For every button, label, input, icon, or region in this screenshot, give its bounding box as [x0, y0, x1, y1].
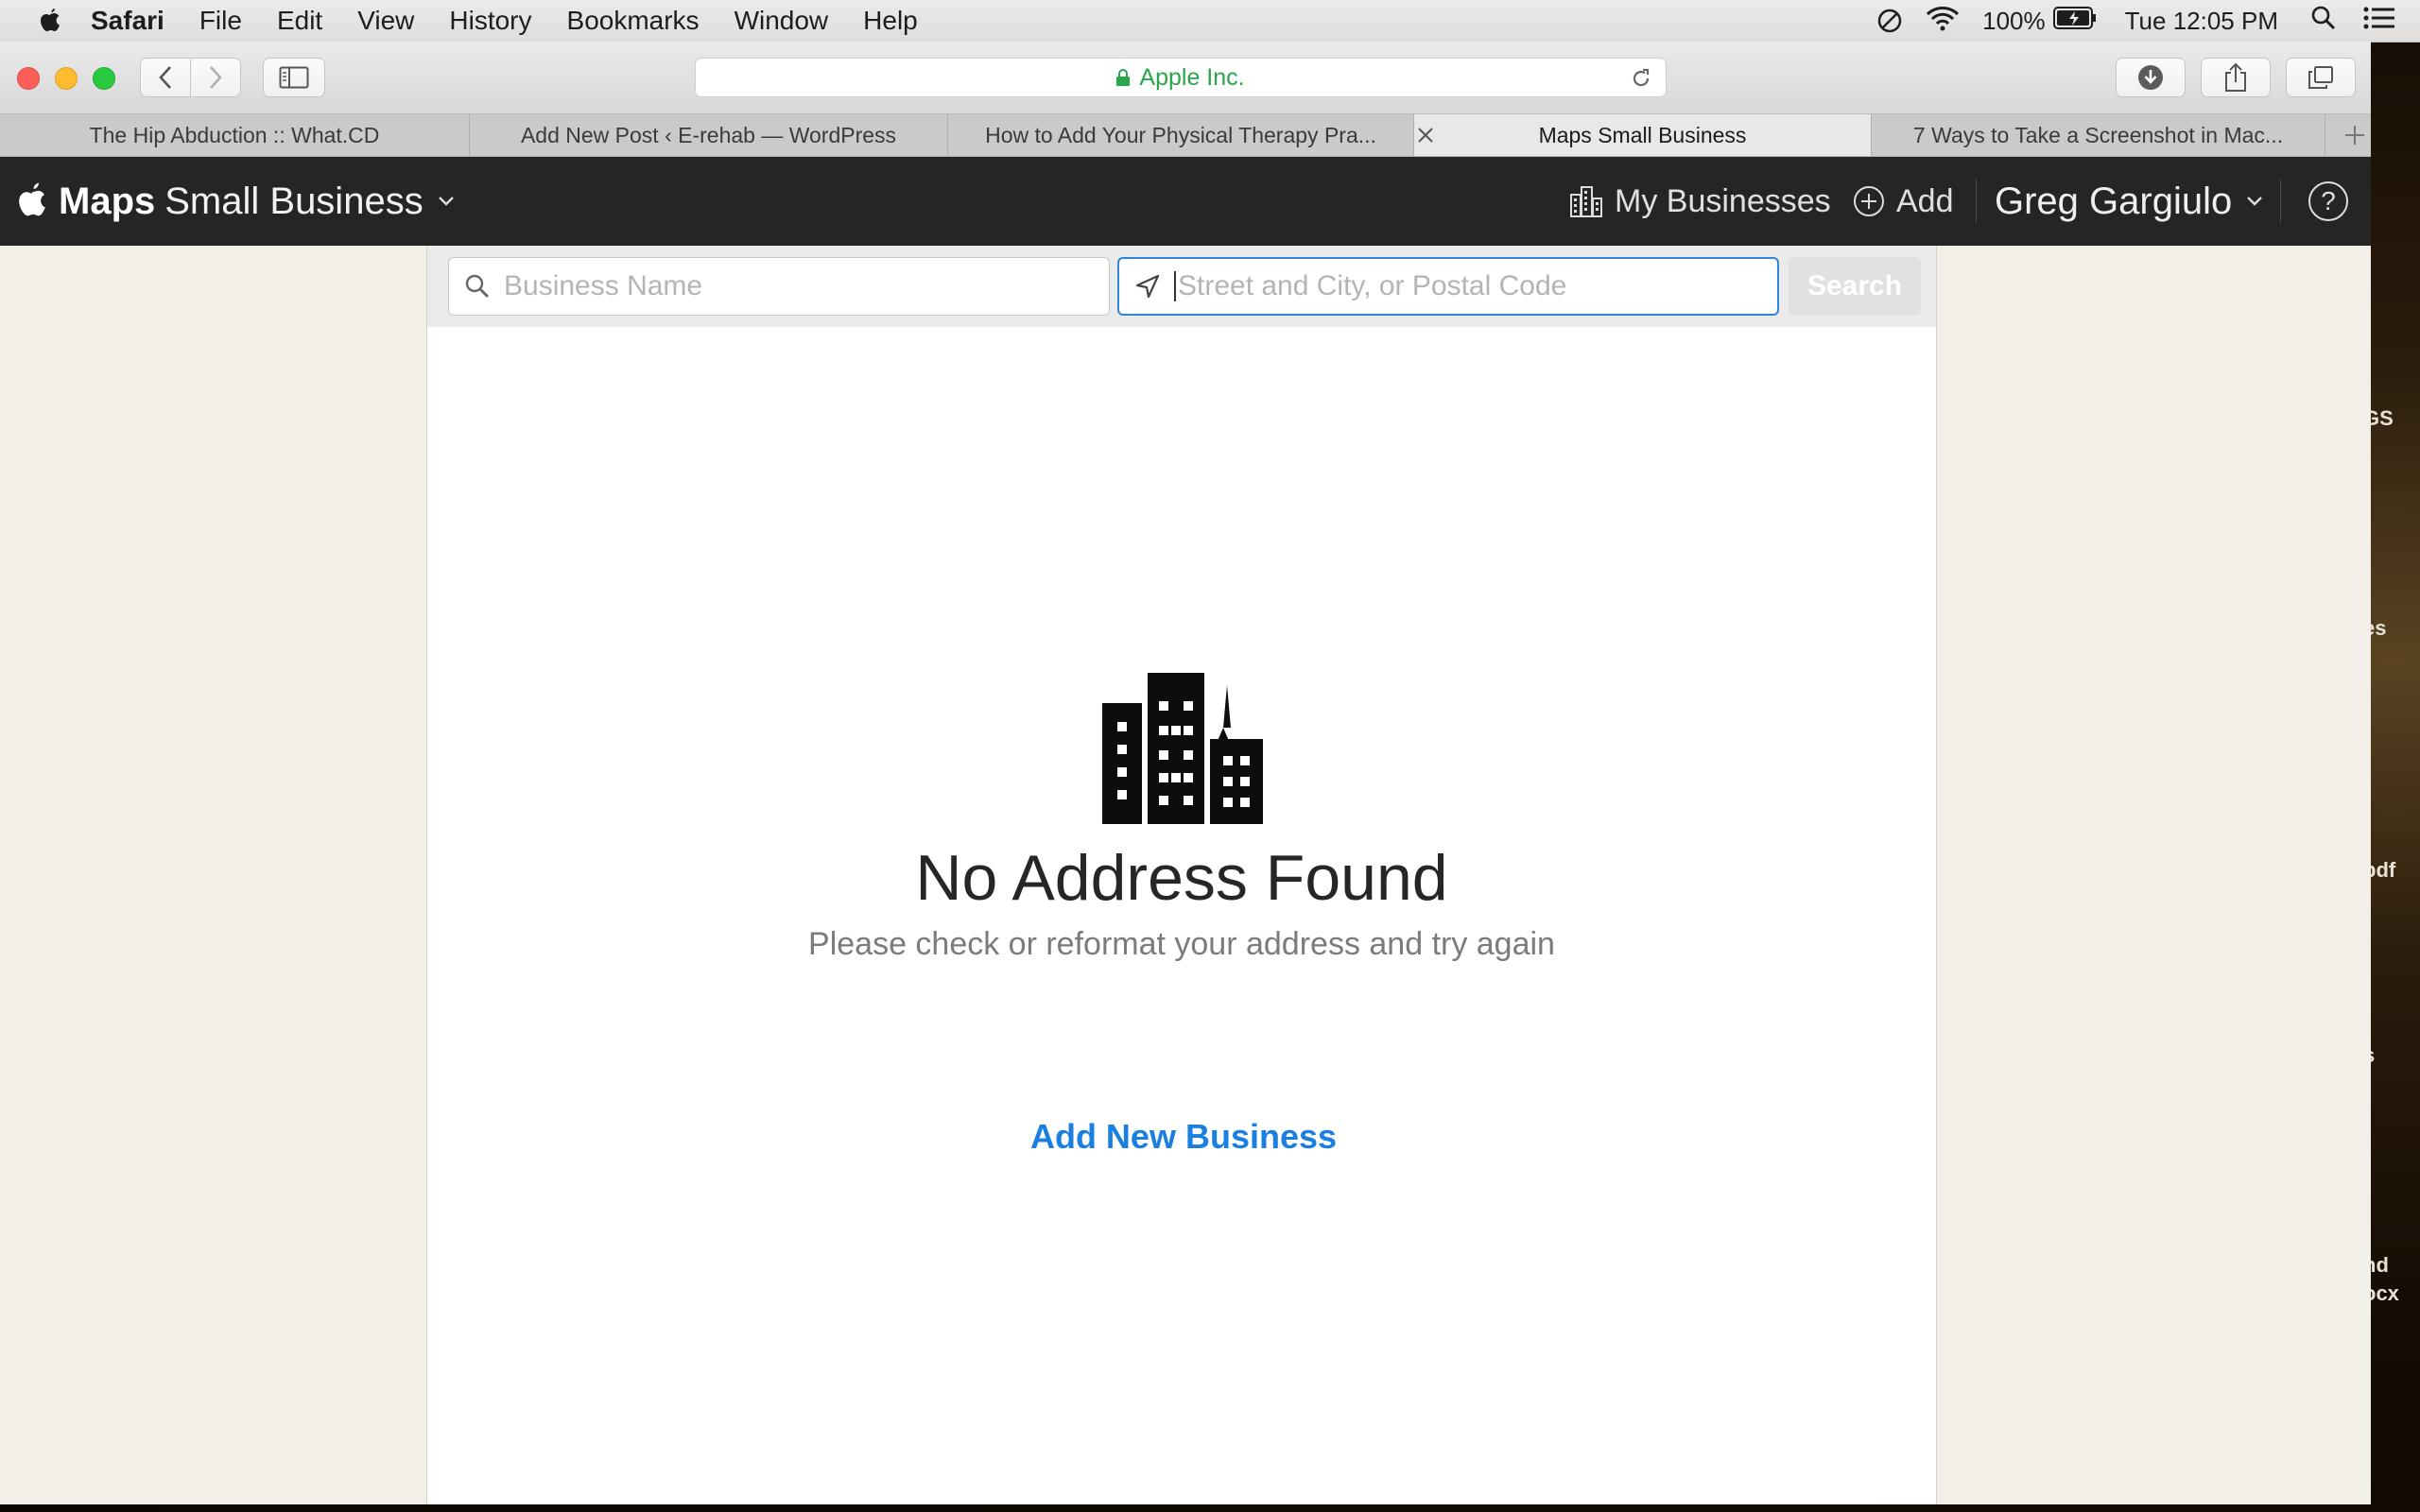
sidebar-icon [279, 66, 309, 89]
tab-maps-small-business[interactable]: Maps Small Business [1414, 114, 1872, 156]
search-button[interactable]: Search [1789, 257, 1921, 316]
notification-center-icon[interactable] [2363, 6, 2395, 37]
sidebar-toggle-button[interactable] [263, 58, 325, 97]
help-mark: ? [2321, 186, 2336, 215]
tab-bar: The Hip Abduction :: What.CD Add New Pos… [0, 114, 2371, 157]
menu-bar: Safari File Edit View History Bookmarks … [0, 0, 2420, 43]
header-divider [2280, 180, 2281, 223]
brand-menu[interactable]: Maps Small Business [15, 157, 456, 246]
brand-maps: Maps [59, 180, 156, 222]
tab-screenshot-mac[interactable]: 7 Ways to Take a Screenshot in Mac... [1872, 114, 2325, 156]
share-button[interactable] [2201, 58, 2271, 97]
tab-title: The Hip Abduction :: What.CD [89, 122, 380, 147]
my-businesses-label: My Businesses [1615, 182, 1831, 219]
my-businesses-link[interactable]: My Businesses [1569, 157, 1831, 246]
city-buildings-icon [1102, 673, 1263, 824]
lock-icon [1116, 69, 1131, 86]
header-divider [1976, 180, 1977, 223]
wifi-icon[interactable] [1926, 5, 1960, 38]
menu-view[interactable]: View [357, 6, 414, 36]
address-placeholder: Street and City, or Postal Code [1178, 270, 1567, 301]
buildings-icon [1570, 186, 1602, 217]
help-icon: ? [2308, 181, 2348, 221]
forward-button[interactable] [190, 58, 241, 97]
spotlight-icon[interactable] [2310, 5, 2337, 38]
help-button[interactable]: ? [2308, 157, 2348, 246]
empty-state-title: No Address Found [915, 842, 1448, 914]
user-menu[interactable]: Greg Gargiulo [1995, 157, 2264, 246]
plus-icon [2345, 126, 2364, 145]
tab-title: How to Add Your Physical Therapy Pra... [985, 122, 1376, 147]
safari-window: Apple Inc. The Hip Abduction:: What.CD … [0, 42, 2371, 1504]
download-icon [2138, 65, 2163, 90]
close-window-button[interactable] [17, 67, 40, 90]
site-header: Maps Small Business My Businesses Add Gr… [0, 157, 2371, 246]
tab-title: Maps Small Business [1538, 122, 1747, 147]
menu-history[interactable]: History [449, 6, 531, 36]
plus-circle-icon [1854, 186, 1884, 216]
menu-bookmarks[interactable]: Bookmarks [567, 6, 700, 36]
add-new-business-link[interactable]: Add New Business [427, 1117, 1940, 1157]
menu-help[interactable]: Help [863, 6, 918, 36]
address-bar[interactable]: Apple Inc. [695, 58, 1667, 97]
menu-safari[interactable]: Safari [91, 6, 164, 36]
back-button[interactable] [140, 58, 191, 97]
brand-product: Small Business [164, 180, 424, 222]
address-field[interactable]: Street and City, or Postal Code [1117, 257, 1779, 316]
minimize-window-button[interactable] [55, 67, 78, 90]
tabs-icon [2308, 66, 2333, 89]
new-tab-button[interactable] [2339, 114, 2371, 156]
clock[interactable]: Tue 12:05 PM [2125, 7, 2278, 36]
menu-file[interactable]: File [199, 6, 242, 36]
location-arrow-icon [1135, 274, 1160, 299]
battery-percent[interactable]: 100% [1982, 7, 2046, 36]
apple-logo-icon [19, 182, 45, 216]
tab-physical-therapy[interactable]: How to Add Your Physical Therapy Pra... [948, 114, 1414, 156]
empty-state-subtitle: Please check or reformat your address an… [808, 926, 1555, 962]
user-name: Greg Gargiulo [1995, 180, 2233, 222]
zoom-window-button[interactable] [93, 67, 115, 90]
search-button-label: Search [1806, 270, 1903, 301]
do-not-disturb-icon[interactable] [1876, 8, 1903, 34]
content-panel: Business Name Street and City, or Postal… [426, 246, 1937, 1504]
business-name-field[interactable]: Business Name [448, 257, 1110, 316]
tab-title: Add New Post ‹ E-rehab — WordPress [520, 122, 897, 147]
business-name-placeholder: Business Name [504, 270, 703, 301]
add-business-link[interactable]: Add [1853, 157, 1954, 246]
downloads-button[interactable] [2116, 58, 2186, 97]
battery-icon[interactable] [2052, 6, 2097, 36]
chevron-right-icon [210, 66, 222, 89]
tab-wordpress[interactable]: Add New Post ‹ E-rehab — WordPress [470, 114, 948, 156]
close-tab-icon[interactable] [1412, 122, 1439, 148]
search-bar: Business Name Street and City, or Postal… [427, 246, 1936, 327]
chevron-down-icon [438, 197, 454, 206]
menu-edit[interactable]: Edit [277, 6, 322, 36]
chevron-left-icon [159, 66, 171, 89]
apple-menu-icon[interactable] [38, 7, 62, 35]
tab-overview-button[interactable] [2286, 58, 2356, 97]
search-icon [465, 274, 489, 298]
text-cursor [1174, 271, 1176, 301]
address-text: Apple Inc. [1139, 63, 1245, 91]
share-icon [2225, 62, 2246, 92]
chevron-down-icon [2247, 197, 2263, 206]
browser-toolbar: Apple Inc. [0, 42, 2371, 114]
menu-window[interactable]: Window [735, 6, 829, 36]
tab-title: 7 Ways to Take a Screenshot in Mac... [1912, 122, 2284, 147]
reload-icon[interactable] [1630, 67, 1652, 90]
tab-hip-abduction[interactable]: The Hip Abduction :: What.CD [0, 114, 470, 156]
add-label: Add [1896, 182, 1954, 219]
